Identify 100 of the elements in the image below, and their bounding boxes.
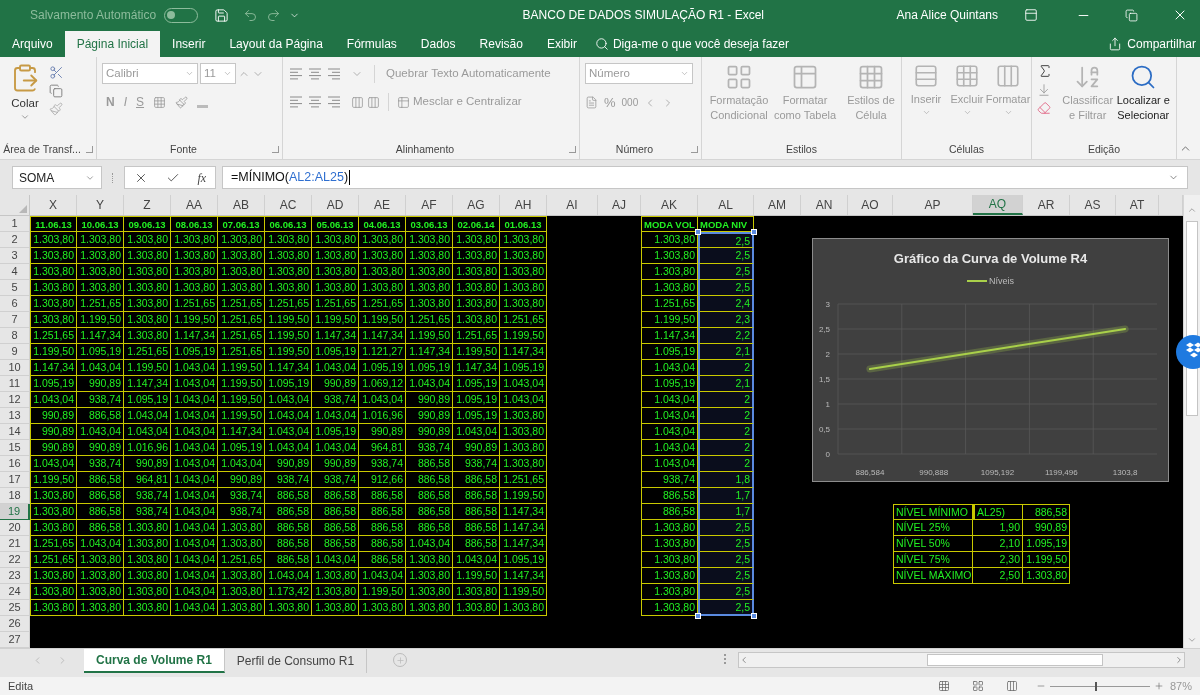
- column-header[interactable]: AS: [1070, 195, 1116, 215]
- column-header[interactable]: AK: [641, 195, 698, 215]
- zoom-slider-thumb[interactable]: [1094, 681, 1097, 691]
- cut-icon[interactable]: [49, 65, 64, 80]
- normal-view-icon[interactable]: [937, 680, 950, 692]
- column-header[interactable]: AH: [500, 195, 547, 215]
- row-header[interactable]: 1: [0, 216, 30, 232]
- search-icon[interactable]: [594, 37, 609, 51]
- zoom-slider[interactable]: [1049, 681, 1150, 691]
- column-header[interactable]: AR: [1023, 195, 1070, 215]
- sum-icon[interactable]: [1037, 63, 1053, 79]
- column-header[interactable]: AF: [406, 195, 453, 215]
- row-header[interactable]: 11: [0, 376, 30, 392]
- row-header[interactable]: 17: [0, 472, 30, 488]
- column-header[interactable]: AB: [218, 195, 265, 215]
- fill-icon[interactable]: [1037, 83, 1051, 97]
- row-header[interactable]: 14: [0, 424, 30, 440]
- row-header[interactable]: 13: [0, 408, 30, 424]
- page-break-icon[interactable]: [1005, 680, 1018, 692]
- borders-icon[interactable]: [153, 95, 167, 109]
- ribbon-tab[interactable]: Dados: [408, 31, 468, 57]
- ribbon-tab[interactable]: Layout da Página: [217, 31, 335, 57]
- column-header[interactable]: AA: [171, 195, 218, 215]
- row-header[interactable]: 27: [0, 632, 30, 648]
- share-button[interactable]: Compartilhar: [1127, 35, 1196, 53]
- row-header[interactable]: 19: [0, 504, 30, 520]
- sheet-tab[interactable]: Perfil de Consumo R1: [224, 649, 368, 673]
- scroll-left-icon[interactable]: [739, 655, 749, 665]
- column-header[interactable]: AL: [698, 195, 754, 215]
- undo-icon[interactable]: [243, 7, 259, 23]
- align-middle-icon[interactable]: [307, 67, 323, 81]
- copy-icon[interactable]: [49, 84, 63, 98]
- column-header[interactable]: Y: [77, 195, 124, 215]
- cells-icon[interactable]: [995, 63, 1021, 89]
- column-header[interactable]: AD: [312, 195, 359, 215]
- row-header[interactable]: 8: [0, 328, 30, 344]
- name-box[interactable]: SOMA: [12, 166, 102, 189]
- row-header[interactable]: 9: [0, 344, 30, 360]
- sheet-tab[interactable]: Curva de Volume R1: [84, 649, 225, 673]
- selection-handle[interactable]: [695, 229, 701, 235]
- row-header[interactable]: 21: [0, 536, 30, 552]
- style-icon[interactable]: [857, 63, 885, 91]
- ribbon-tab[interactable]: Exibir: [534, 31, 589, 57]
- row-header[interactable]: 16: [0, 456, 30, 472]
- editing-button[interactable]: Localizar e Selecionar: [1115, 93, 1171, 123]
- restore-icon[interactable]: [1125, 8, 1138, 22]
- ribbon-tab[interactable]: Página Inicial: [64, 31, 161, 57]
- fill-color-icon[interactable]: [175, 95, 189, 109]
- row-header[interactable]: 4: [0, 264, 30, 280]
- row-header[interactable]: 18: [0, 488, 30, 504]
- page-layout-icon[interactable]: [971, 680, 984, 692]
- align-top-icon[interactable]: [288, 67, 304, 81]
- row-header[interactable]: 20: [0, 520, 30, 536]
- caret-icon[interactable]: [185, 69, 194, 78]
- row-header[interactable]: 6: [0, 296, 30, 312]
- row-header[interactable]: 10: [0, 360, 30, 376]
- eraser-icon[interactable]: [1037, 101, 1051, 115]
- save-icon[interactable]: [214, 7, 230, 23]
- row-header[interactable]: 3: [0, 248, 30, 264]
- column-header[interactable]: AT: [1116, 195, 1159, 215]
- split-handle-icon[interactable]: [724, 654, 726, 664]
- user-name[interactable]: Ana Alice Quintans: [896, 6, 998, 24]
- horizontal-scrollbar[interactable]: [738, 652, 1185, 668]
- style-icon[interactable]: [725, 63, 753, 91]
- row-header[interactable]: 5: [0, 280, 30, 296]
- row-header[interactable]: 26: [0, 616, 30, 632]
- column-header[interactable]: AN: [801, 195, 848, 215]
- insert-function-button[interactable]: fx: [197, 168, 207, 187]
- caret-icon[interactable]: [223, 69, 232, 78]
- ribbon-tab[interactable]: Revisão: [467, 31, 535, 57]
- row-header[interactable]: 24: [0, 584, 30, 600]
- column-header[interactable]: AG: [453, 195, 500, 215]
- row-header[interactable]: 7: [0, 312, 30, 328]
- row-header[interactable]: 15: [0, 440, 30, 456]
- zoom-in-icon[interactable]: [1153, 681, 1164, 691]
- selection-handle[interactable]: [751, 613, 757, 619]
- dialog-launcher-icon[interactable]: [691, 146, 698, 153]
- redo-icon[interactable]: [266, 7, 282, 23]
- scroll-right-icon[interactable]: [1174, 655, 1184, 665]
- ribbon-tab[interactable]: Arquivo: [0, 31, 65, 57]
- cells-icon[interactable]: [954, 63, 980, 89]
- column-header[interactable]: AE: [359, 195, 406, 215]
- row-header[interactable]: 2: [0, 232, 30, 248]
- align-left-icon[interactable]: [288, 95, 304, 109]
- tell-me-field[interactable]: Diga-me o que você deseja fazer: [612, 35, 813, 53]
- cells-icon[interactable]: [913, 63, 939, 89]
- ribbon-display-icon[interactable]: [1024, 8, 1038, 22]
- merge-icon[interactable]: [397, 95, 410, 109]
- column-header[interactable]: X: [30, 195, 77, 215]
- row-header[interactable]: 22: [0, 552, 30, 568]
- row-header[interactable]: 12: [0, 392, 30, 408]
- column-header[interactable]: Z: [124, 195, 171, 215]
- caret-icon[interactable]: [680, 69, 689, 78]
- selection-handle[interactable]: [751, 229, 757, 235]
- floating-badge-toast[interactable]: [1175, 334, 1200, 370]
- dialog-launcher-icon[interactable]: [86, 146, 93, 153]
- column-header[interactable]: AJ: [598, 195, 641, 215]
- dialog-launcher-icon[interactable]: [272, 146, 279, 153]
- column-header[interactable]: AQ: [973, 195, 1023, 215]
- align-right-icon[interactable]: [326, 95, 342, 109]
